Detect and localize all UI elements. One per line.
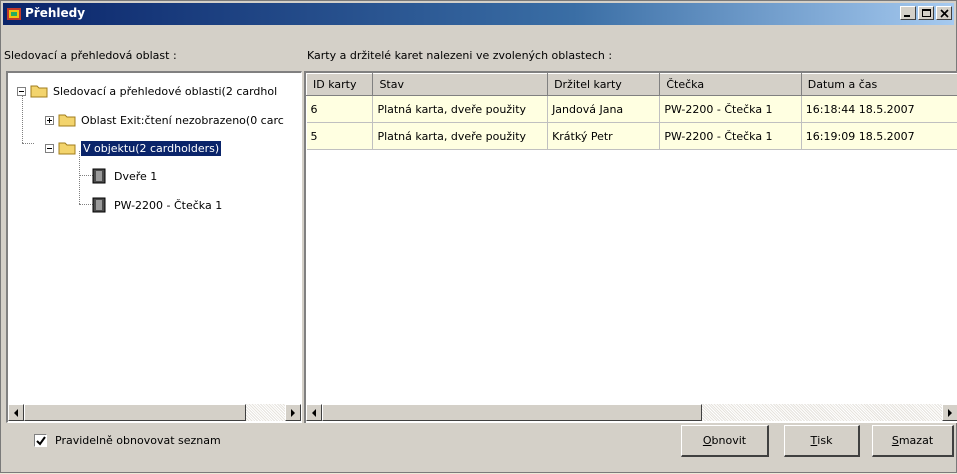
expand-icon[interactable]: [45, 116, 54, 125]
area-tree[interactable]: Sledovací a přehledové oblasti(2 cardhol…: [6, 71, 302, 423]
scroll-thumb[interactable]: [322, 404, 702, 421]
refresh-label: bnovit: [712, 434, 747, 447]
scroll-right-button[interactable]: [285, 404, 301, 421]
tree-item-label: PW-2200 - Čtečka 1: [114, 199, 222, 212]
cell-status: Platná karta, dveře použity: [373, 123, 548, 150]
scroll-right-button[interactable]: [942, 404, 957, 421]
minimize-button[interactable]: [900, 6, 916, 20]
window-controls: [900, 6, 952, 22]
table-row[interactable]: 6 Platná karta, dveře použity Jandová Ja…: [307, 96, 957, 123]
bottom-bar: Pravidelně obnovovat seznam Obnovit Tisk…: [1, 423, 957, 474]
cards-table: ID karty Stav Držitel karty Čtečka Datum…: [306, 73, 957, 150]
folder-icon: [58, 113, 76, 127]
cards-grid[interactable]: ID karty Stav Držitel karty Čtečka Datum…: [304, 71, 957, 423]
collapse-icon[interactable]: [17, 87, 26, 96]
column-header-card-id[interactable]: ID karty: [307, 74, 373, 96]
area-label: Sledovací a přehledová oblast :: [4, 49, 177, 62]
table-row[interactable]: 5 Platná karta, dveře použity Krátký Pet…: [307, 123, 957, 150]
print-button[interactable]: Tisk: [784, 425, 860, 457]
checkmark-icon: [36, 436, 46, 446]
folder-icon: [30, 84, 48, 98]
door-icon: [92, 168, 106, 184]
tree-item-inside[interactable]: V objektu(2 cardholders): [45, 137, 221, 159]
tree-item-root[interactable]: Sledovací a přehledové oblasti(2 cardhol: [17, 80, 277, 102]
scroll-left-button[interactable]: [8, 404, 24, 421]
tree-item-exit-area[interactable]: Oblast Exit:čtení nezobrazeno(0 carc: [45, 109, 284, 131]
cell-card-id: 6: [307, 96, 373, 123]
maximize-button[interactable]: [918, 6, 934, 20]
print-label: isk: [817, 434, 832, 447]
tree-item-label: V objektu(2 cardholders): [81, 141, 221, 156]
cell-reader: PW-2200 - Čtečka 1: [660, 123, 801, 150]
scroll-left-button[interactable]: [306, 404, 322, 421]
window-title: Přehledy: [25, 6, 85, 20]
print-access-key: T: [811, 434, 818, 447]
arrow-left-icon: [311, 409, 317, 417]
tree-item-label: Oblast Exit:čtení nezobrazeno(0 carc: [81, 114, 284, 127]
auto-refresh-label[interactable]: Pravidelně obnovovat seznam: [55, 434, 221, 447]
column-header-status[interactable]: Stav: [373, 74, 548, 96]
refresh-button[interactable]: Obnovit: [681, 425, 769, 457]
delete-label: mazat: [899, 434, 933, 447]
delete-button[interactable]: Smazat: [872, 425, 954, 457]
tree-item-label: Sledovací a přehledové oblasti(2 cardhol: [53, 85, 277, 98]
column-header-holder[interactable]: Držitel karty: [548, 74, 660, 96]
column-header-reader[interactable]: Čtečka: [660, 74, 801, 96]
maximize-icon: [922, 9, 931, 18]
cell-status: Platná karta, dveře použity: [373, 96, 548, 123]
cell-datetime: 16:19:09 18.5.2007: [801, 123, 957, 150]
title-bar[interactable]: Přehledy: [3, 3, 954, 25]
cell-datetime: 16:18:44 18.5.2007: [801, 96, 957, 123]
auto-refresh-checkbox[interactable]: [34, 434, 47, 447]
grid-horizontal-scrollbar[interactable]: [306, 404, 957, 421]
cell-reader: PW-2200 - Čtečka 1: [660, 96, 801, 123]
app-icon: [6, 6, 22, 22]
arrow-right-icon: [947, 409, 953, 417]
cell-holder: Jandová Jana: [548, 96, 660, 123]
collapse-icon[interactable]: [45, 144, 54, 153]
table-header-row: ID karty Stav Držitel karty Čtečka Datum…: [307, 74, 957, 96]
cell-card-id: 5: [307, 123, 373, 150]
tree-horizontal-scrollbar[interactable]: [8, 404, 301, 421]
overview-window: Přehledy Sledovací a přehledová oblast :…: [0, 0, 957, 473]
folder-icon: [58, 141, 76, 155]
arrow-right-icon: [290, 409, 296, 417]
tree-item-label: Dveře 1: [114, 170, 157, 183]
minimize-icon: [904, 9, 912, 17]
arrow-left-icon: [13, 409, 19, 417]
close-icon: [940, 9, 949, 18]
tree-item-door[interactable]: Dveře 1: [92, 165, 157, 187]
close-button[interactable]: [936, 6, 952, 20]
cards-label: Karty a držitelé karet nalezeni ve zvole…: [307, 49, 612, 62]
scroll-thumb[interactable]: [24, 404, 246, 421]
tree-item-reader[interactable]: PW-2200 - Čtečka 1: [92, 194, 222, 216]
card-reader-icon: [92, 197, 106, 213]
cell-holder: Krátký Petr: [548, 123, 660, 150]
delete-access-key: S: [892, 434, 899, 447]
column-header-datetime[interactable]: Datum a čas: [801, 74, 957, 96]
refresh-access-key: O: [703, 434, 712, 447]
